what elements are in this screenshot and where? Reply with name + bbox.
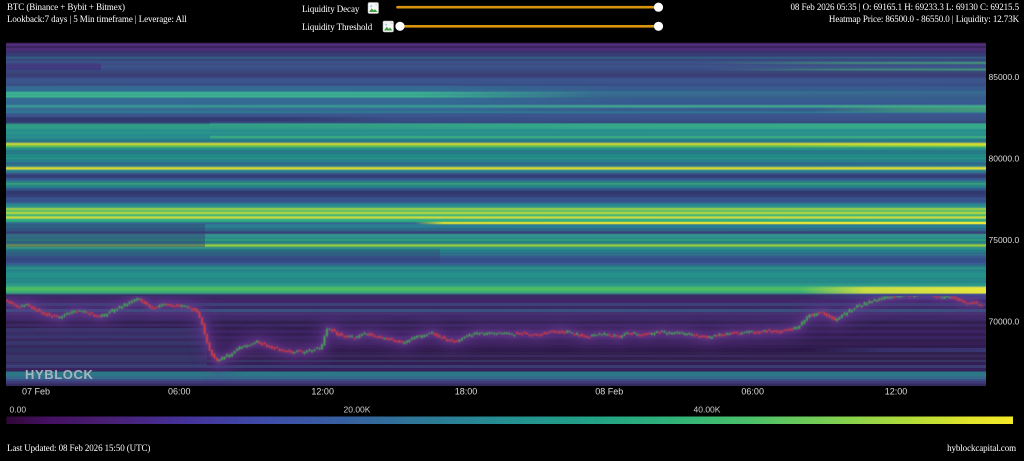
svg-text:06:00: 06:00 [168,387,191,397]
svg-text:0.00: 0.00 [10,405,27,415]
svg-text:18:00: 18:00 [455,387,478,397]
svg-text:75000.0: 75000.0 [989,235,1020,245]
svg-text:20.00K: 20.00K [344,405,371,415]
svg-text:80000.0: 80000.0 [989,154,1020,164]
svg-text:70000.0: 70000.0 [989,317,1020,327]
svg-text:85000.0: 85000.0 [989,72,1020,82]
svg-text:HYBLOCK: HYBLOCK [25,367,93,382]
svg-text:40.00K: 40.00K [694,405,721,415]
svg-text:07 Feb: 07 Feb [22,387,50,397]
svg-text:12:00: 12:00 [311,387,334,397]
svg-text:08 Feb: 08 Feb [595,387,623,397]
svg-text:06:00: 06:00 [741,387,764,397]
svg-text:12:00: 12:00 [885,387,908,397]
